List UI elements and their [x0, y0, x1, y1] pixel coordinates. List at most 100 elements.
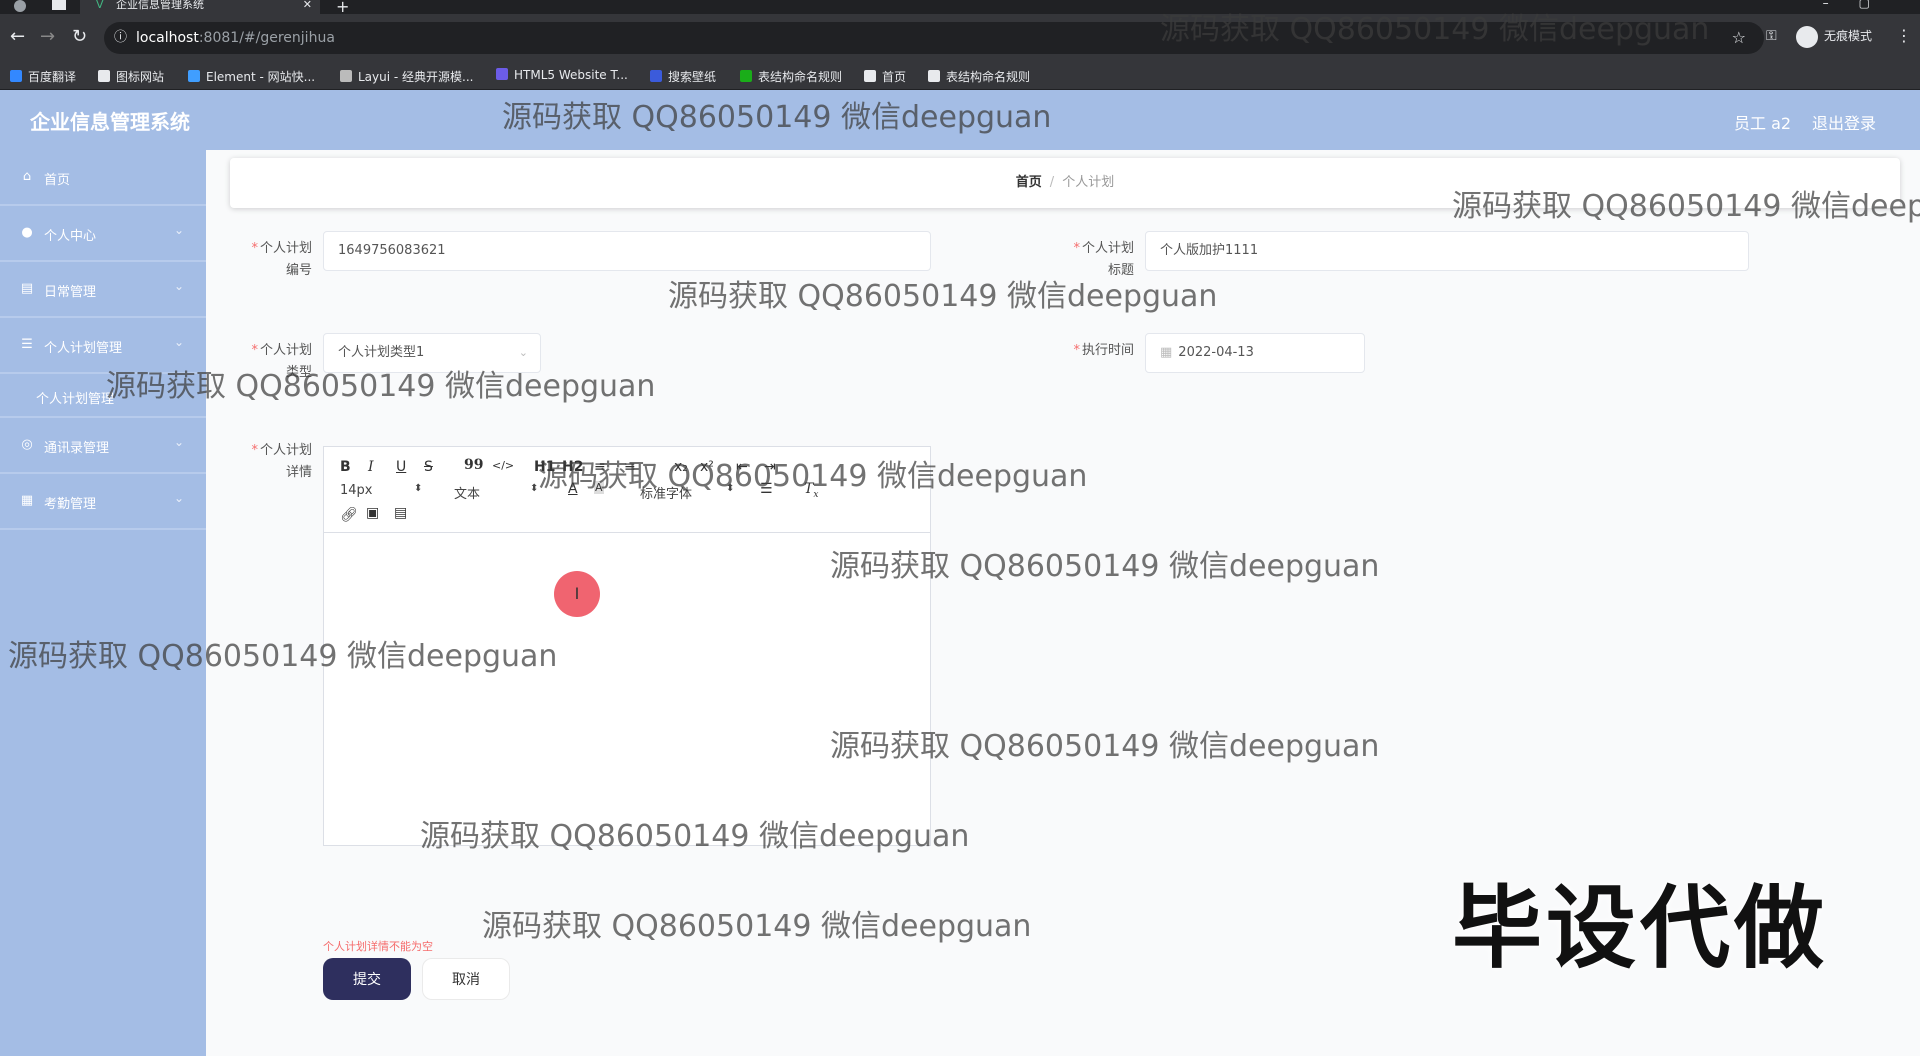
home-icon: ⌂ — [22, 169, 32, 184]
blockquote-button[interactable]: 99 — [464, 457, 483, 473]
bookmark-icon — [650, 70, 662, 82]
bullet-list-button[interactable]: ≡ — [624, 459, 636, 475]
plan-title-label: * 个人计划 标题 — [1073, 241, 1134, 278]
window-controls[interactable]: –▢ — [1823, 0, 1900, 10]
italic-button[interactable]: I — [368, 459, 374, 475]
subscript-button[interactable]: x₂ — [674, 459, 688, 475]
align-icon[interactable]: ☰ — [760, 481, 773, 497]
superscript-button[interactable]: x² — [700, 459, 714, 475]
plan-type-value: 个人计划类型1 — [338, 345, 425, 360]
list-icon: ☰ — [21, 337, 33, 352]
bookmark-icon — [188, 70, 200, 82]
text-style-select[interactable]: 文本 ⬍ — [454, 483, 538, 502]
breadcrumb-home[interactable]: 首页 — [1016, 175, 1042, 190]
indent-button[interactable]: ⇥ — [764, 459, 776, 475]
heading-1-button[interactable]: H1 — [534, 459, 555, 475]
calendar-icon: ▦ — [1160, 345, 1173, 360]
sidebar-item-label: 首页 — [44, 173, 71, 188]
bookmark-item[interactable]: 搜索壁纸 — [650, 68, 716, 85]
bookmark-item[interactable]: Layui - 经典开源模... — [340, 68, 473, 85]
link-icon[interactable]: 🔗︎ — [340, 507, 358, 523]
plan-no-label: * 个人计划 编号 — [251, 241, 312, 278]
bookmark-icon — [340, 70, 352, 82]
bookmark-label: Element - 网站快... — [206, 70, 316, 84]
bookmark-icon — [98, 70, 110, 82]
cancel-button[interactable]: 取消 — [422, 958, 510, 1000]
more-menu-icon[interactable]: ⋮ — [1896, 26, 1912, 45]
sidebar-subitem-label: 个人计划管理 — [36, 392, 115, 407]
bookmark-label: 表结构命名规则 — [946, 70, 1031, 84]
promo-stamp: 毕设代做 — [1452, 876, 1828, 981]
exec-time-datepicker[interactable]: ▦ 2022-04-13 — [1145, 333, 1365, 373]
url-path: :8081/#/gerenjihua — [198, 30, 335, 46]
reload-icon[interactable]: ↻ — [72, 26, 87, 47]
vue-favicon-icon: V — [96, 0, 104, 11]
bookmark-label: 表结构命名规则 — [758, 70, 843, 84]
bookmark-item[interactable]: 百度翻译 — [10, 68, 76, 85]
tab-close-icon[interactable]: ✕ — [303, 0, 312, 10]
back-icon[interactable]: ← — [10, 26, 25, 47]
browser-tab-active[interactable]: V 企业信息管理系统 ✕ — [80, 0, 320, 14]
sidebar-item[interactable]: ☰ 个人计划管理 ⌄ — [0, 318, 206, 374]
background-color-icon[interactable]: A — [594, 481, 604, 494]
sidebar-item[interactable]: ◎ 通讯录管理 ⌄ — [0, 418, 206, 474]
font-family-select[interactable]: 标准字体 ⬍ — [640, 483, 734, 502]
video-icon[interactable]: ▤ — [394, 505, 407, 521]
editor-content-area[interactable]: I — [324, 533, 930, 845]
detail-error-message: 个人计划详情不能为空 — [323, 940, 433, 953]
bold-button[interactable]: B — [340, 459, 351, 475]
bookmark-label: Layui - 经典开源模... — [358, 70, 474, 84]
tab-title: 企业信息管理系统 — [116, 0, 204, 11]
incognito-label: 无痕模式 — [1824, 29, 1873, 43]
strike-button[interactable]: S — [424, 459, 433, 475]
bookmark-item[interactable]: 首页 — [864, 68, 906, 85]
sidebar-item[interactable]: ⌂ 首页 — [0, 150, 206, 206]
key-icon[interactable]: ⚿ — [1766, 28, 1777, 44]
browser-menu-icon[interactable] — [14, 0, 26, 12]
rich-text-editor[interactable]: B I U S 99 </> H1 H2 ≡ ≡ x₂ x² ⇤ ⇥ 14px ⬍… — [323, 446, 931, 846]
address-bar[interactable]: ⓘ localhost:8081/#/gerenjihua ☆ — [104, 22, 1764, 54]
bookmark-item[interactable]: 表结构命名规则 — [740, 68, 842, 85]
sidebar-item[interactable]: ● 个人中心 ⌄ — [0, 206, 206, 262]
clear-format-icon[interactable]: Tx — [804, 481, 818, 500]
chevron-down-icon: ⌄ — [173, 279, 184, 293]
forward-icon[interactable]: → — [40, 26, 55, 47]
heading-2-button[interactable]: H2 — [562, 459, 583, 475]
code-block-button[interactable]: </> — [492, 459, 514, 472]
bookmark-item[interactable]: Element - 网站快... — [188, 68, 315, 85]
url-host: localhost — [136, 30, 199, 46]
sidebar-subitem-plan-management[interactable]: 个人计划管理 — [0, 374, 206, 418]
logout-link[interactable]: 退出登录 — [1812, 110, 1876, 134]
bookmark-item[interactable]: HTML5 Website T... — [496, 68, 628, 82]
sidebar-item[interactable]: ▦ 考勤管理 ⌄ — [0, 474, 206, 530]
font-size-select[interactable]: 14px ⬍ — [340, 483, 422, 498]
chevron-down-icon: ⌄ — [173, 223, 184, 237]
font-color-icon[interactable]: A — [568, 481, 578, 497]
bookmark-label: 百度翻译 — [28, 70, 77, 84]
sidebar-item-label: 考勤管理 — [44, 497, 97, 512]
sidebar-item[interactable]: ▤ 日常管理 ⌄ — [0, 262, 206, 318]
incognito-indicator[interactable]: 无痕模式 — [1796, 24, 1872, 48]
bookmark-icon — [928, 70, 940, 82]
exec-time-label: * 执行时间 — [1073, 343, 1134, 358]
outdent-button[interactable]: ⇤ — [736, 459, 748, 475]
plan-type-select[interactable]: 个人计划类型1 ⌄ — [323, 333, 541, 373]
breadcrumb: 首页 / 个人计划 — [230, 158, 1900, 208]
ordered-list-button[interactable]: ≡ — [594, 459, 606, 475]
chevron-down-icon: ⌄ — [518, 346, 528, 359]
grid-icon: ▦ — [20, 493, 34, 508]
submit-button[interactable]: 提交 — [323, 958, 411, 1000]
bookmark-item[interactable]: 图标网站 — [98, 68, 164, 85]
breadcrumb-separator: / — [1049, 175, 1055, 190]
image-icon[interactable]: ▣ — [366, 505, 379, 521]
underline-button[interactable]: U — [396, 459, 406, 475]
plan-no-input[interactable]: 1649756083621 — [323, 231, 931, 271]
site-info-icon[interactable]: ⓘ — [114, 22, 127, 54]
browser-toolbar: ← → ↻ ⓘ localhost:8081/#/gerenjihua ☆ ⚿ … — [0, 14, 1920, 62]
bookmark-item[interactable]: 表结构命名规则 — [928, 68, 1030, 85]
chevron-down-icon: ⌄ — [173, 491, 184, 505]
plan-title-input[interactable]: 个人版加护1111 — [1145, 231, 1749, 271]
bookmark-star-icon[interactable]: ☆ — [1732, 22, 1746, 54]
bookmark-icon — [864, 70, 876, 82]
tab-search-icon[interactable] — [52, 0, 66, 10]
